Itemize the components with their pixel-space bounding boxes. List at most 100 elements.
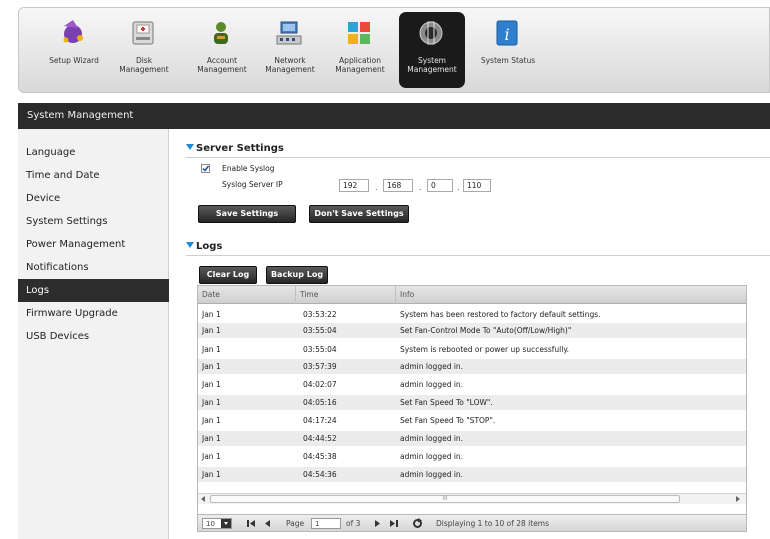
ip-octet-1-input[interactable]: 192 — [339, 179, 369, 192]
svg-text:i: i — [504, 25, 509, 44]
enable-syslog-checkbox[interactable] — [201, 164, 210, 173]
scroll-right-arrow-icon[interactable] — [736, 496, 740, 502]
cell-time: 04:45:38 — [303, 452, 337, 461]
ip-octet-4-input[interactable]: 110 — [463, 179, 491, 192]
scroll-thumb[interactable]: III — [210, 495, 680, 503]
toolbar-label: Application Management — [335, 56, 385, 74]
backup-log-button[interactable]: Backup Log — [266, 266, 328, 284]
prev-page-icon[interactable] — [262, 519, 272, 528]
toolbar-label: Network Management — [265, 56, 315, 74]
sidebar-item-usb-devices[interactable]: USB Devices — [18, 325, 169, 348]
cell-date: Jan 1 — [202, 470, 221, 479]
log-table: Date Time Info Jan 1 03:53:22 System has… — [197, 285, 747, 515]
collapse-triangle-icon[interactable] — [186, 144, 194, 150]
cell-info: admin logged in. — [400, 380, 464, 389]
cell-time: 03:53:22 — [303, 310, 337, 319]
table-row[interactable]: Jan 1 04:05:16 Set Fan Speed To "LOW". — [198, 395, 746, 410]
cell-date: Jan 1 — [202, 345, 221, 354]
page-number-input[interactable]: 1 — [311, 518, 341, 529]
network-icon — [276, 21, 302, 45]
sidebar-item-firmware-upgrade[interactable]: Firmware Upgrade — [18, 302, 169, 325]
toolbar-system-status[interactable]: i System Status — [475, 12, 541, 88]
table-row[interactable]: Jan 1 04:02:07 admin logged in. — [198, 377, 746, 392]
last-page-icon[interactable] — [387, 519, 399, 528]
first-page-icon[interactable] — [246, 519, 258, 528]
table-header: Date Time Info — [198, 286, 746, 304]
sidebar-item-language[interactable]: Language — [18, 141, 169, 164]
ip-octet-3-input[interactable]: 0 — [427, 179, 453, 192]
cell-date: Jan 1 — [202, 452, 221, 461]
logs-title: Logs — [186, 241, 222, 252]
cell-date: Jan 1 — [202, 362, 221, 371]
table-row[interactable]: Jan 1 03:57:39 admin logged in. — [198, 359, 746, 374]
pagination-bar: 10 Page 1 of 3 Displaying 1 to 10 of 28 … — [197, 515, 747, 532]
scroll-left-arrow-icon[interactable] — [201, 496, 205, 502]
sidebar-item-system-settings[interactable]: System Settings — [18, 210, 169, 233]
table-row[interactable]: Jan 1 04:17:24 Set Fan Speed To "STOP". — [198, 413, 746, 428]
column-header-info[interactable]: Info — [396, 286, 746, 304]
dont-save-settings-button[interactable]: Don't Save Settings — [309, 205, 409, 223]
cell-time: 03:55:04 — [303, 345, 337, 354]
save-settings-button[interactable]: Save Settings — [198, 205, 296, 223]
column-header-date[interactable]: Date — [198, 286, 296, 304]
divider — [186, 255, 770, 256]
cell-info: System has been restored to factory defa… — [400, 310, 601, 319]
cell-time: 04:44:52 — [303, 434, 337, 443]
toolbar-label: Setup Wizard — [49, 56, 99, 65]
sidebar-item-device[interactable]: Device — [18, 187, 169, 210]
cell-time: 03:55:04 — [303, 326, 337, 335]
top-toolbar: Setup Wizard Disk Management Account Man… — [18, 7, 770, 93]
cell-time: 04:02:07 — [303, 380, 337, 389]
server-settings-label: Server Settings — [196, 143, 284, 154]
syslog-ip-label: Syslog Server IP — [222, 180, 283, 189]
sidebar-item-logs[interactable]: Logs — [18, 279, 169, 302]
next-page-icon[interactable] — [373, 519, 383, 528]
table-row[interactable]: Jan 1 04:54:36 admin logged in. — [198, 467, 746, 482]
table-row[interactable]: Jan 1 04:44:52 admin logged in. — [198, 431, 746, 446]
clear-log-button[interactable]: Clear Log — [199, 266, 257, 284]
toolbar-label: System Management — [407, 56, 457, 74]
cell-date: Jan 1 — [202, 380, 221, 389]
toolbar-disk-management[interactable]: Disk Management — [111, 12, 177, 88]
sidebar-item-time-and-date[interactable]: Time and Date — [18, 164, 169, 187]
page-size-select[interactable]: 10 — [202, 518, 232, 529]
application-icon — [348, 22, 370, 44]
account-icon — [214, 22, 228, 44]
sidebar-item-power-management[interactable]: Power Management — [18, 233, 169, 256]
cell-info: admin logged in. — [400, 362, 464, 371]
cell-info: Set Fan-Control Mode To "Auto(Off/Low/Hi… — [400, 326, 572, 335]
collapse-triangle-icon[interactable] — [186, 242, 194, 248]
cell-info: Set Fan Speed To "LOW". — [400, 398, 493, 407]
table-row[interactable]: Jan 1 03:55:04 System is rebooted or pow… — [198, 342, 746, 357]
ip-octet-2-input[interactable]: 168 — [383, 179, 413, 192]
table-row[interactable]: Jan 1 04:45:38 admin logged in. — [198, 449, 746, 464]
info-icon: i — [496, 20, 518, 46]
ip-separator: . — [375, 183, 378, 192]
page-label: Page — [286, 519, 305, 528]
refresh-icon[interactable] — [412, 518, 423, 529]
toolbar-label: Account Management — [197, 56, 247, 74]
cell-info: admin logged in. — [400, 434, 464, 443]
toolbar-network-management[interactable]: Network Management — [257, 12, 323, 88]
toolbar-system-management[interactable]: System Management — [399, 12, 465, 88]
toolbar-label: Disk Management — [119, 56, 169, 74]
cell-date: Jan 1 — [202, 434, 221, 443]
table-row[interactable]: Jan 1 03:55:04 Set Fan-Control Mode To "… — [198, 323, 746, 338]
toolbar-application-management[interactable]: Application Management — [327, 12, 393, 88]
logs-label: Logs — [196, 241, 223, 252]
server-settings-title: Server Settings — [186, 143, 284, 154]
horizontal-scrollbar[interactable]: III — [198, 493, 746, 504]
checkmark-icon — [202, 165, 210, 172]
toolbar-label: System Status — [480, 56, 536, 65]
sidebar-item-notifications[interactable]: Notifications — [18, 256, 169, 279]
table-row[interactable]: Jan 1 03:53:22 System has been restored … — [198, 307, 746, 322]
toolbar-account-management[interactable]: Account Management — [189, 12, 255, 88]
section-header: System Management — [18, 103, 770, 129]
column-header-time[interactable]: Time — [296, 286, 396, 304]
enable-syslog-label: Enable Syslog — [222, 164, 275, 173]
toolbar-setup-wizard[interactable]: Setup Wizard — [41, 12, 107, 88]
ip-separator: . — [419, 183, 422, 192]
cell-time: 04:17:24 — [303, 416, 337, 425]
cell-date: Jan 1 — [202, 310, 221, 319]
sidebar: Language Time and Date Device System Set… — [18, 129, 169, 539]
